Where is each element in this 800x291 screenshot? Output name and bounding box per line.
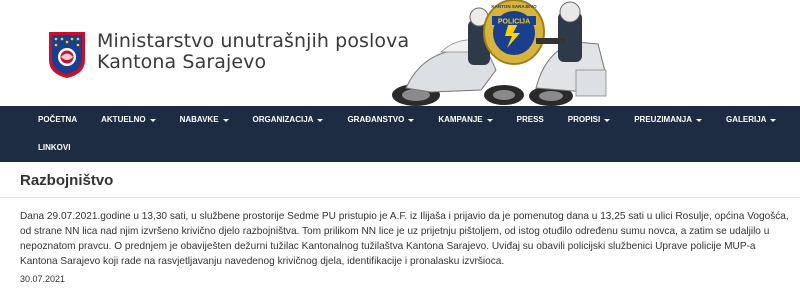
nav-item-label: Nabavke (179, 115, 219, 124)
nav-item-label: Preuzimanja (634, 115, 692, 124)
nav-row-1: Početna Aktuelno Nabavke Organizacija Gr… (26, 106, 788, 134)
nav-item-aktuelno[interactable]: Aktuelno (89, 106, 167, 134)
nav-item-label: Linkovi (38, 143, 71, 152)
nav-item-label: Aktuelno (101, 115, 146, 124)
caret-down-icon (604, 118, 611, 122)
police-motorcycles-banner: POLICIJA KANTON SARAJEVO (392, 0, 607, 106)
nav-item-label: Početna (38, 115, 78, 124)
caret-down-icon (486, 118, 493, 122)
caret-down-icon (222, 118, 229, 122)
nav-item-label: Građanstvo (347, 115, 405, 124)
nav-item-label: Galerija (726, 115, 767, 124)
caret-down-icon (408, 118, 415, 122)
nav-item-label: Organizacija (252, 115, 314, 124)
site-title-line1: Ministarstvo unutrašnjih poslova (97, 30, 410, 52)
nav-item-kampanje[interactable]: Kampanje (426, 106, 504, 134)
nav-item-galerija[interactable]: Galerija (714, 106, 788, 134)
badge-label: POLICIJA (498, 19, 530, 26)
article-date: 30.07.2021 (20, 274, 66, 284)
badge-ring-label: KANTON SARAJEVO (491, 4, 537, 9)
coat-of-arms-logo[interactable] (47, 30, 87, 80)
caret-down-icon (149, 118, 156, 122)
nav-item-gradjanstvo[interactable]: Građanstvo (335, 106, 426, 134)
nav-item-nabavke[interactable]: Nabavke (168, 106, 241, 134)
site-header: Ministarstvo unutrašnjih poslova Kantona… (0, 0, 800, 106)
nav-item-linkovi[interactable]: Linkovi (26, 134, 82, 162)
nav-item-label: Kampanje (438, 115, 483, 124)
nav-item-preuzimanja[interactable]: Preuzimanja (622, 106, 714, 134)
nav-item-label: Propisi (567, 115, 601, 124)
nav-item-propisi[interactable]: Propisi (556, 106, 622, 134)
article-title: Razbojništvo (20, 172, 114, 189)
title-divider (0, 197, 800, 198)
nav-item-pocetna[interactable]: Početna (26, 106, 89, 134)
caret-down-icon (317, 118, 324, 122)
site-title[interactable]: Ministarstvo unutrašnjih poslova Kantona… (97, 31, 409, 73)
police-badge-graphic: POLICIJA KANTON SARAJEVO (483, 0, 545, 65)
nav-item-organizacija[interactable]: Organizacija (241, 106, 336, 134)
nav-item-press[interactable]: Press (505, 106, 556, 134)
nav-row-2: Linkovi (26, 134, 82, 162)
caret-down-icon (696, 118, 702, 122)
article-body: Dana 29.07.2021.godine u 13,30 sati, u s… (20, 211, 789, 267)
caret-down-icon (770, 118, 777, 122)
site-title-line2: Kantona Sarajevo (97, 51, 267, 73)
main-navbar: Početna Aktuelno Nabavke Organizacija Gr… (0, 106, 800, 162)
nav-item-label: Press (516, 115, 544, 124)
